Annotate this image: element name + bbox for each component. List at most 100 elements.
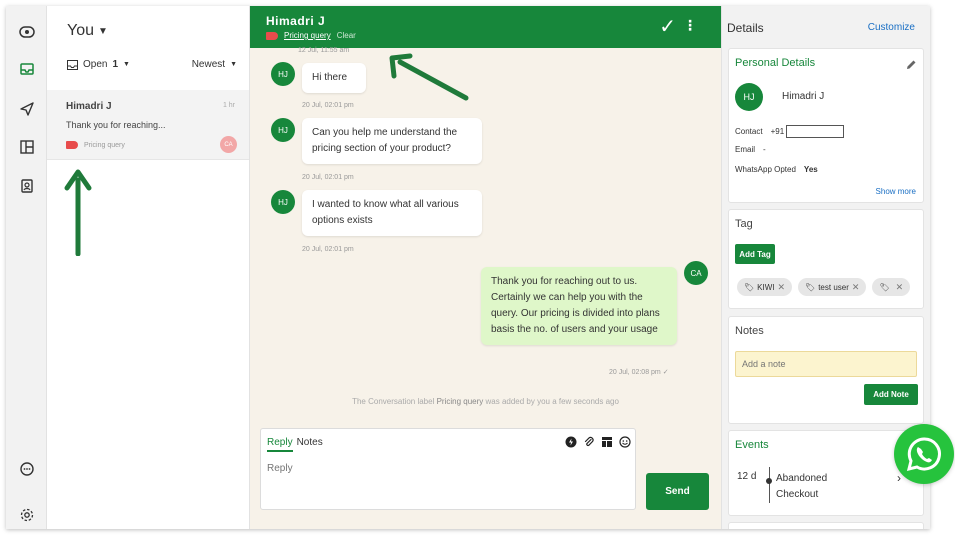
inbox-tray-icon — [67, 59, 78, 70]
inbox-owner-label: You — [67, 22, 94, 39]
conversation-time: 1 hr — [222, 102, 235, 109]
quick-reply-icon[interactable] — [564, 435, 577, 448]
whatsapp-opted-label: WhatsApp Opted — [735, 165, 796, 174]
details-title: Details — [727, 21, 764, 35]
add-note-button[interactable]: Add Note — [864, 384, 918, 405]
email-label: Email — [735, 145, 756, 154]
status-filter-dropdown[interactable]: Open 1 ▼ — [67, 59, 130, 70]
filter-row: Open 1 ▼ Newest ▼ — [67, 59, 237, 70]
contact-avatar: HJ — [271, 118, 295, 142]
chat-panel: Himadri J Pricing query Clear ✓ ⋮ 12 Jul… — [250, 6, 721, 529]
composer-toolbar — [564, 435, 631, 448]
tag-chip-label: KIWI — [757, 282, 775, 292]
incoming-message: Can you help me understand the pricing s… — [302, 118, 482, 164]
label-tag-icon — [66, 141, 78, 149]
conversation-preview: Thank you for reaching... — [66, 120, 166, 130]
event-age: 12 d — [737, 471, 757, 482]
tag-icon: 🏷 — [805, 282, 816, 292]
events-title: Events — [735, 439, 769, 451]
remove-tag-icon[interactable]: ✕ — [778, 282, 786, 293]
contact-avatar: HJ — [271, 62, 295, 86]
tag-title: Tag — [735, 218, 753, 230]
clear-label-link[interactable]: Clear — [337, 31, 356, 40]
remove-tag-icon[interactable]: ✕ — [852, 282, 860, 293]
caret-down-icon: ▼ — [98, 25, 108, 37]
status-filter-count: 1 — [112, 59, 119, 70]
incoming-message: Hi there — [302, 63, 366, 93]
resolve-check-icon[interactable]: ✓ — [659, 14, 676, 39]
message-time: 20 Jul, 02:01 pm — [302, 174, 354, 181]
annotation-arrow-up — [64, 169, 92, 256]
conversation-label: Pricing query — [66, 141, 125, 149]
chat-label[interactable]: Pricing query — [284, 31, 331, 40]
avatar-initials: HJ — [278, 197, 288, 207]
redacted-phone-box — [786, 125, 845, 138]
email-row: Email - — [735, 145, 766, 154]
conversation-list-panel: You ▼ Open 1 ▼ Newest ▼ Himadri J 1 hr T… — [47, 6, 250, 529]
personal-details-card: Personal Details HJ Himadri J Contact +9… — [728, 48, 924, 203]
delivered-check-icon: ✓ — [662, 369, 669, 376]
chat-header: Himadri J Pricing query Clear ✓ ⋮ — [250, 6, 721, 48]
edit-pencil-icon[interactable] — [906, 57, 917, 75]
tab-notes[interactable]: Notes — [297, 437, 323, 452]
inbox-owner-dropdown[interactable]: You ▼ — [67, 22, 108, 40]
emoji-icon[interactable] — [618, 435, 631, 448]
layout-icon[interactable] — [16, 136, 38, 158]
tag-chip[interactable]: 🏷 ✕ — [872, 278, 911, 296]
tag-icon: 🏷 — [879, 282, 890, 292]
whatsapp-opted-row: WhatsApp Opted Yes — [735, 165, 818, 174]
message-time: 20 Jul, 02:01 pm — [302, 102, 354, 109]
inbox-icon[interactable] — [16, 58, 38, 80]
agent-avatar: CA — [684, 261, 708, 285]
whatsapp-fab-icon[interactable] — [894, 424, 954, 484]
contact-row: Contact +91 — [735, 125, 845, 138]
whatsapp-opted-value: Yes — [803, 165, 818, 174]
next-card — [728, 522, 924, 529]
show-more-link[interactable]: Show more — [876, 187, 916, 196]
chat-bubble-icon[interactable] — [16, 458, 38, 480]
system-message-label: Pricing query — [436, 397, 484, 406]
left-rail — [6, 6, 47, 529]
conversation-label-text: Pricing query — [84, 141, 125, 149]
personal-details-title: Personal Details — [735, 57, 816, 69]
send-icon[interactable] — [16, 98, 38, 120]
remove-tag-icon[interactable]: ✕ — [896, 282, 904, 293]
conversation-list-item[interactable]: Himadri J 1 hr Thank you for reaching...… — [47, 90, 249, 160]
tag-chip-label: test user — [818, 282, 849, 292]
timeline-line — [769, 467, 770, 503]
reply-input[interactable] — [267, 463, 627, 474]
template-icon[interactable] — [600, 435, 613, 448]
message-time-text: 20 Jul, 02:08 pm — [609, 369, 661, 376]
conversation-contact-name: Himadri J — [66, 101, 112, 112]
incoming-message: I wanted to know what all various option… — [302, 190, 482, 236]
contacts-icon[interactable] — [16, 175, 38, 197]
sort-dropdown[interactable]: Newest ▼ — [192, 59, 237, 70]
add-tag-button[interactable]: Add Tag — [735, 244, 775, 264]
app-window: You ▼ Open 1 ▼ Newest ▼ Himadri J 1 hr T… — [6, 6, 930, 529]
composer-tabs: Reply Notes — [267, 437, 323, 452]
note-input[interactable] — [735, 351, 917, 377]
label-tag-icon — [266, 31, 278, 40]
attachment-clip-icon[interactable] — [582, 435, 595, 448]
assignee-avatar: CA — [220, 136, 237, 153]
sort-label: Newest — [191, 59, 226, 70]
more-vertical-icon[interactable]: ⋮ — [683, 17, 697, 34]
notes-title: Notes — [735, 325, 764, 337]
customize-link[interactable]: Customize — [868, 22, 915, 33]
system-message-suffix: was added by you a few seconds ago — [483, 397, 619, 406]
avatar-initials: CA — [690, 268, 702, 278]
tag-icon: 🏷 — [744, 282, 755, 292]
tab-reply[interactable]: Reply — [267, 437, 293, 452]
settings-gear-icon[interactable] — [16, 504, 38, 526]
contact-label: Contact — [735, 127, 763, 136]
annotation-arrow-diagonal — [389, 53, 469, 101]
message-time: 20 Jul, 02:08 pm ✓ — [609, 368, 669, 376]
tag-chip[interactable]: 🏷 test user ✕ — [798, 278, 867, 296]
chat-contact-name[interactable]: Himadri J — [266, 14, 325, 28]
send-button[interactable]: Send — [646, 473, 709, 510]
chat-logo-icon[interactable] — [16, 22, 38, 44]
tag-chip[interactable]: 🏷 KIWI ✕ — [737, 278, 793, 296]
contact-avatar: HJ — [735, 83, 763, 111]
reply-composer: Reply Notes — [260, 428, 636, 510]
notes-card: Notes Add Note — [728, 316, 924, 424]
